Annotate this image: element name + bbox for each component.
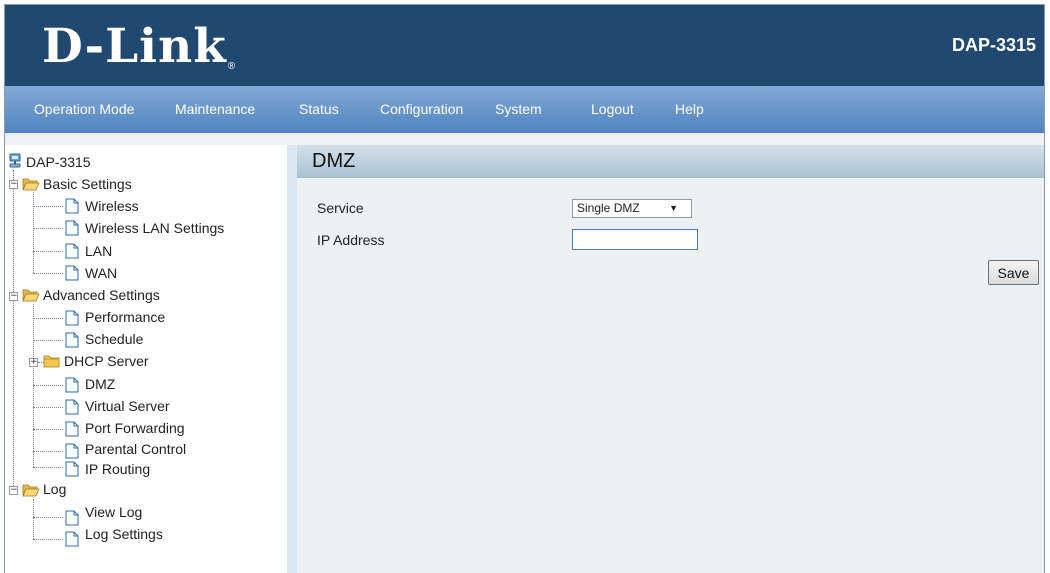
- tree-line: [33, 251, 63, 252]
- tree-line: [33, 192, 34, 273]
- tree-item-wireless[interactable]: Wireless: [85, 198, 139, 214]
- page-icon: [65, 220, 79, 236]
- pane-splitter[interactable]: [287, 145, 297, 573]
- tree-item-view-log[interactable]: View Log: [85, 504, 142, 520]
- nav-logout[interactable]: Logout: [591, 101, 634, 117]
- tree-item-wireless-lan-settings[interactable]: Wireless LAN Settings: [85, 220, 224, 236]
- collapse-icon[interactable]: −: [9, 180, 18, 189]
- ip-address-input[interactable]: [572, 229, 698, 250]
- tree-item-dmz[interactable]: DMZ: [85, 376, 115, 392]
- tree-item-root[interactable]: DAP-3315: [26, 154, 91, 170]
- logo-text: D-Link: [42, 19, 227, 74]
- tree-item-wan[interactable]: WAN: [85, 265, 117, 281]
- nav-configuration[interactable]: Configuration: [380, 101, 463, 117]
- page-title: DMZ: [312, 150, 356, 172]
- tree-line: [33, 385, 63, 386]
- nav-system[interactable]: System: [495, 101, 542, 117]
- page-icon: [65, 332, 79, 348]
- tree-line: [33, 517, 63, 518]
- page-icon: [65, 421, 79, 437]
- tree-line: [13, 170, 14, 488]
- tree-item-virtual-server[interactable]: Virtual Server: [85, 398, 170, 414]
- page-icon: [65, 198, 79, 214]
- browser-frame: D-Link® DAP-3315 Operation Mode Maintena…: [4, 4, 1045, 573]
- tree-folder-advanced-settings[interactable]: Advanced Settings: [43, 287, 160, 303]
- tree-item-log-settings[interactable]: Log Settings: [85, 526, 163, 542]
- ip-address-label: IP Address: [317, 232, 385, 248]
- tree-line: [33, 228, 63, 229]
- tree-line: [33, 407, 63, 408]
- tree-item-port-forwarding[interactable]: Port Forwarding: [85, 420, 185, 436]
- main-content: DMZ Service Single DMZ ▼ IP Address Save: [297, 145, 1044, 573]
- folder-open-icon: [22, 484, 40, 497]
- tree-line: [33, 499, 34, 539]
- top-nav: Operation Mode Maintenance Status Config…: [5, 86, 1044, 133]
- nav-help[interactable]: Help: [675, 101, 704, 117]
- tree-item-parental-control[interactable]: Parental Control: [85, 441, 186, 457]
- tree-line: [33, 451, 63, 452]
- page-icon: [65, 399, 79, 415]
- page-icon: [65, 510, 79, 526]
- device-icon: [9, 153, 21, 168]
- folder-icon: [43, 355, 60, 368]
- nav-maintenance[interactable]: Maintenance: [175, 101, 255, 117]
- model-name: DAP-3315: [951, 35, 1036, 55]
- dropdown-arrow-icon: ▼: [669, 203, 678, 213]
- save-button[interactable]: Save: [988, 260, 1039, 285]
- page-icon: [65, 377, 79, 393]
- tree-item-performance[interactable]: Performance: [85, 309, 165, 325]
- tree-line: [33, 273, 63, 274]
- page-icon: [65, 443, 79, 459]
- dlink-logo: D-Link®: [42, 11, 235, 83]
- page-icon: [65, 243, 79, 259]
- tree-item-ip-routing[interactable]: IP Routing: [85, 461, 150, 477]
- service-select-value: Single DMZ: [577, 201, 640, 215]
- tree-line: [33, 429, 63, 430]
- folder-open-icon: [22, 289, 40, 302]
- tree-line: [33, 206, 63, 207]
- page-icon: [65, 310, 79, 326]
- expand-icon[interactable]: +: [29, 358, 38, 367]
- tree-item-schedule[interactable]: Schedule: [85, 331, 143, 347]
- header-divider: [5, 133, 1044, 145]
- tree-line: [33, 318, 63, 319]
- collapse-icon[interactable]: −: [9, 486, 18, 495]
- nav-operation-mode[interactable]: Operation Mode: [34, 101, 134, 117]
- tree-folder-dhcp-server[interactable]: DHCP Server: [64, 353, 149, 369]
- tree-folder-log[interactable]: Log: [43, 481, 66, 497]
- service-select[interactable]: Single DMZ ▼: [572, 199, 692, 218]
- page-icon: [65, 265, 79, 281]
- nav-status[interactable]: Status: [299, 101, 339, 117]
- tree-line: [33, 340, 63, 341]
- page-icon: [65, 531, 79, 547]
- header: D-Link® DAP-3315: [5, 5, 1044, 86]
- page-title-bar: DMZ: [297, 145, 1044, 178]
- registered-mark: ®: [227, 61, 237, 72]
- tree-line: [33, 539, 63, 540]
- collapse-icon[interactable]: −: [9, 292, 18, 301]
- menu-tree: DAP-3315 − Basic Settings Wireless Wirel…: [5, 145, 287, 573]
- tree-item-lan[interactable]: LAN: [85, 243, 112, 259]
- page-icon: [65, 461, 79, 477]
- service-label: Service: [317, 200, 364, 216]
- tree-line: [33, 467, 63, 468]
- tree-folder-basic-settings[interactable]: Basic Settings: [43, 176, 132, 192]
- folder-open-icon: [22, 178, 40, 191]
